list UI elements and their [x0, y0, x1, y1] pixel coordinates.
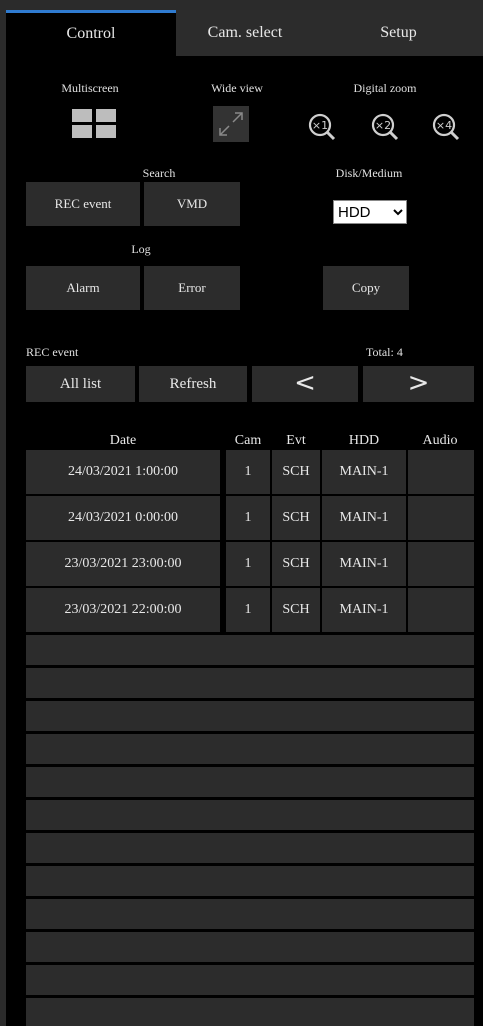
disk-medium-label: Disk/Medium	[335, 166, 403, 180]
cell-date: 23/03/2021 23:00:00	[26, 542, 220, 586]
cell-cam: 1	[226, 588, 270, 632]
table-row[interactable]: 24/03/2021 1:00:00 1 SCH MAIN-1	[26, 450, 474, 494]
table-row[interactable]: 24/03/2021 0:00:00 1 SCH MAIN-1	[26, 496, 474, 540]
tab-setup[interactable]: Setup	[314, 10, 483, 56]
next-page-button[interactable]: >	[363, 366, 474, 402]
total-value: 4	[396, 345, 403, 359]
cell-evt: SCH	[272, 450, 320, 494]
empty-row	[26, 668, 474, 698]
zoom-x2-icon[interactable]: ×2	[369, 111, 401, 143]
empty-row	[26, 767, 474, 797]
multiscreen-label: Multiscreen	[61, 81, 119, 95]
empty-row	[26, 932, 474, 962]
tab-cam-select[interactable]: Cam. select	[176, 10, 314, 56]
cell-cam: 1	[226, 450, 270, 494]
cell-audio	[408, 496, 474, 540]
empty-row	[26, 701, 474, 731]
cell-hdd: MAIN-1	[322, 588, 406, 632]
refresh-button[interactable]: Refresh	[139, 366, 247, 402]
search-label: Search	[142, 166, 176, 180]
total-label: Total:	[366, 345, 394, 359]
all-list-button[interactable]: All list	[26, 366, 135, 402]
previous-page-button[interactable]: <	[252, 366, 358, 402]
disk-medium-select[interactable]: HDD	[333, 200, 407, 224]
copy-button[interactable]: Copy	[323, 266, 409, 310]
cell-date: 24/03/2021 1:00:00	[26, 450, 220, 494]
empty-row	[26, 866, 474, 896]
total-count: Total: 4	[366, 345, 403, 360]
cell-cam: 1	[226, 542, 270, 586]
empty-row	[26, 998, 474, 1026]
multiscreen-quad-icon[interactable]	[70, 108, 118, 140]
rec-event-search-button[interactable]: REC event	[26, 182, 140, 226]
cell-audio	[408, 588, 474, 632]
cell-audio	[408, 450, 474, 494]
empty-row	[26, 833, 474, 863]
digital-zoom-label: Digital zoom	[353, 81, 417, 95]
zoom-x4-icon[interactable]: ×4	[430, 111, 462, 143]
wide-view-label: Wide view	[211, 81, 263, 95]
error-log-button[interactable]: Error	[144, 266, 240, 310]
cell-date: 24/03/2021 0:00:00	[26, 496, 220, 540]
cell-cam: 1	[226, 496, 270, 540]
zoom-x2-text: ×2	[375, 119, 391, 132]
tab-bar: Control Cam. select Setup	[6, 10, 483, 56]
empty-row	[26, 635, 474, 665]
empty-row	[26, 899, 474, 929]
empty-row	[26, 965, 474, 995]
empty-row	[26, 734, 474, 764]
vmd-search-button[interactable]: VMD	[144, 182, 240, 226]
cell-evt: SCH	[272, 588, 320, 632]
cell-hdd: MAIN-1	[322, 542, 406, 586]
cell-evt: SCH	[272, 542, 320, 586]
cell-date: 23/03/2021 22:00:00	[26, 588, 220, 632]
cell-audio	[408, 542, 474, 586]
cell-hdd: MAIN-1	[322, 496, 406, 540]
zoom-x1-text: ×1	[312, 119, 328, 132]
cell-evt: SCH	[272, 496, 320, 540]
tab-control[interactable]: Control	[6, 10, 176, 56]
alarm-log-button[interactable]: Alarm	[26, 266, 140, 310]
empty-row	[26, 800, 474, 830]
zoom-x4-text: ×4	[436, 119, 452, 132]
wide-view-expand-icon[interactable]	[213, 106, 249, 142]
rec-event-list-label: REC event	[26, 345, 79, 359]
cell-hdd: MAIN-1	[322, 450, 406, 494]
log-label: Log	[131, 242, 151, 256]
zoom-x1-icon[interactable]: ×1	[306, 111, 338, 143]
table-row[interactable]: 23/03/2021 22:00:00 1 SCH MAIN-1	[26, 588, 474, 632]
control-panel: Control Cam. select Setup Multiscreen Wi…	[6, 10, 483, 1026]
table-row[interactable]: 23/03/2021 23:00:00 1 SCH MAIN-1	[26, 542, 474, 586]
